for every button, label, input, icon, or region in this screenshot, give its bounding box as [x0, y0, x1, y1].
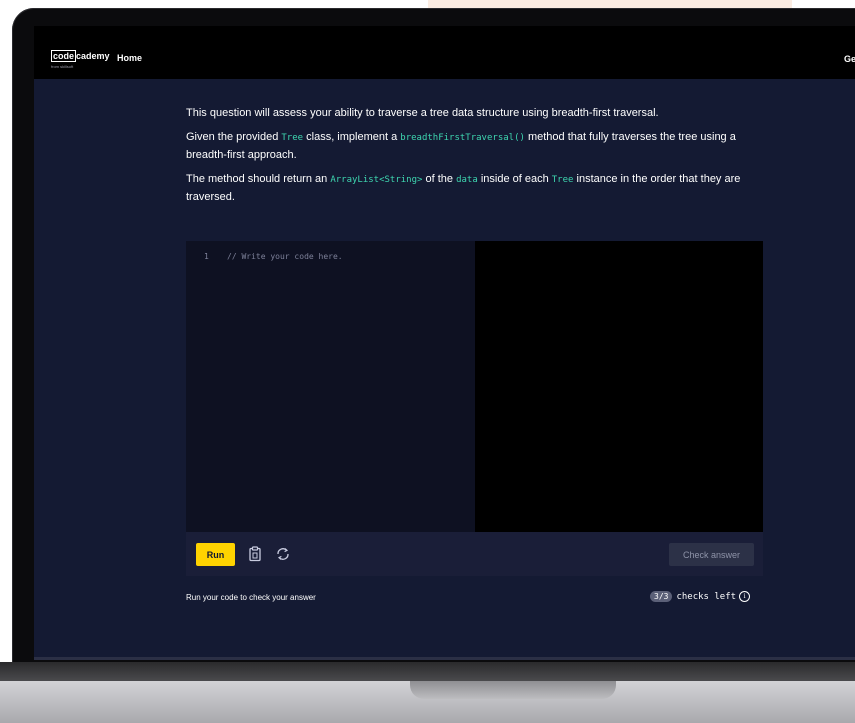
code-workspace: 1 // Write your code here. Run Check ans…	[186, 241, 763, 576]
line-number: 1	[204, 252, 209, 261]
code-editor[interactable]: 1 // Write your code here.	[186, 241, 475, 532]
reset-icon[interactable]	[274, 545, 292, 563]
checks-remaining: 3/3 checks left i	[650, 591, 751, 602]
nav-get-link[interactable]: Get U	[844, 54, 855, 64]
top-navigation: codecademy from skillsoft Home Get U	[34, 26, 855, 79]
run-button[interactable]: Run	[196, 543, 235, 566]
inline-code-tree: Tree	[281, 133, 304, 143]
question-paragraph-3: The method should return an ArrayList<St…	[186, 171, 766, 206]
screen: codecademy from skillsoft Home Get U Thi…	[34, 26, 855, 660]
question-paragraph-2: Given the provided Tree class, implement…	[186, 129, 766, 164]
logo-subtitle: from skillsoft	[51, 64, 74, 69]
laptop-hinge	[0, 662, 855, 681]
question-text: of the	[422, 173, 457, 185]
question-text: class, implement a	[303, 131, 401, 143]
screen-bottom-edge	[34, 657, 855, 660]
run-hint: Run your code to check your answer	[186, 593, 316, 602]
logo-cademy-part: cademy	[76, 51, 110, 61]
laptop-notch	[410, 681, 616, 699]
checks-count-badge: 3/3	[650, 591, 673, 602]
inline-code-arraylist: ArrayList<String>	[330, 175, 423, 185]
question-text: The method should return an	[186, 173, 331, 185]
nav-home-link[interactable]: Home	[117, 53, 142, 63]
question-text: inside of each	[477, 173, 552, 185]
laptop-bezel: codecademy from skillsoft Home Get U Thi…	[12, 8, 855, 670]
laptop-mockup: codecademy from skillsoft Home Get U Thi…	[0, 0, 855, 723]
clipboard-icon[interactable]	[246, 545, 264, 563]
editor-toolbar: Run Check answer	[186, 532, 763, 576]
inline-code-tree: Tree	[551, 175, 574, 185]
info-icon[interactable]: i	[739, 591, 751, 602]
question-prompt: This question will assess your ability t…	[186, 105, 766, 213]
checks-label: checks left	[676, 591, 737, 602]
question-paragraph-1: This question will assess your ability t…	[186, 107, 659, 119]
output-panel	[475, 241, 763, 532]
inline-code-method: breadthFirstTraversal()	[400, 133, 525, 143]
inline-code-data: data	[456, 175, 478, 185]
logo-code-part: code	[51, 50, 77, 62]
check-answer-button[interactable]: Check answer	[669, 543, 754, 566]
code-line[interactable]: // Write your code here.	[227, 252, 343, 261]
question-text: Given the provided	[186, 131, 282, 143]
clipboard-icon-graphic	[249, 546, 261, 562]
reset-icon-graphic	[277, 548, 289, 560]
codecademy-logo[interactable]: code cademy	[51, 50, 110, 62]
